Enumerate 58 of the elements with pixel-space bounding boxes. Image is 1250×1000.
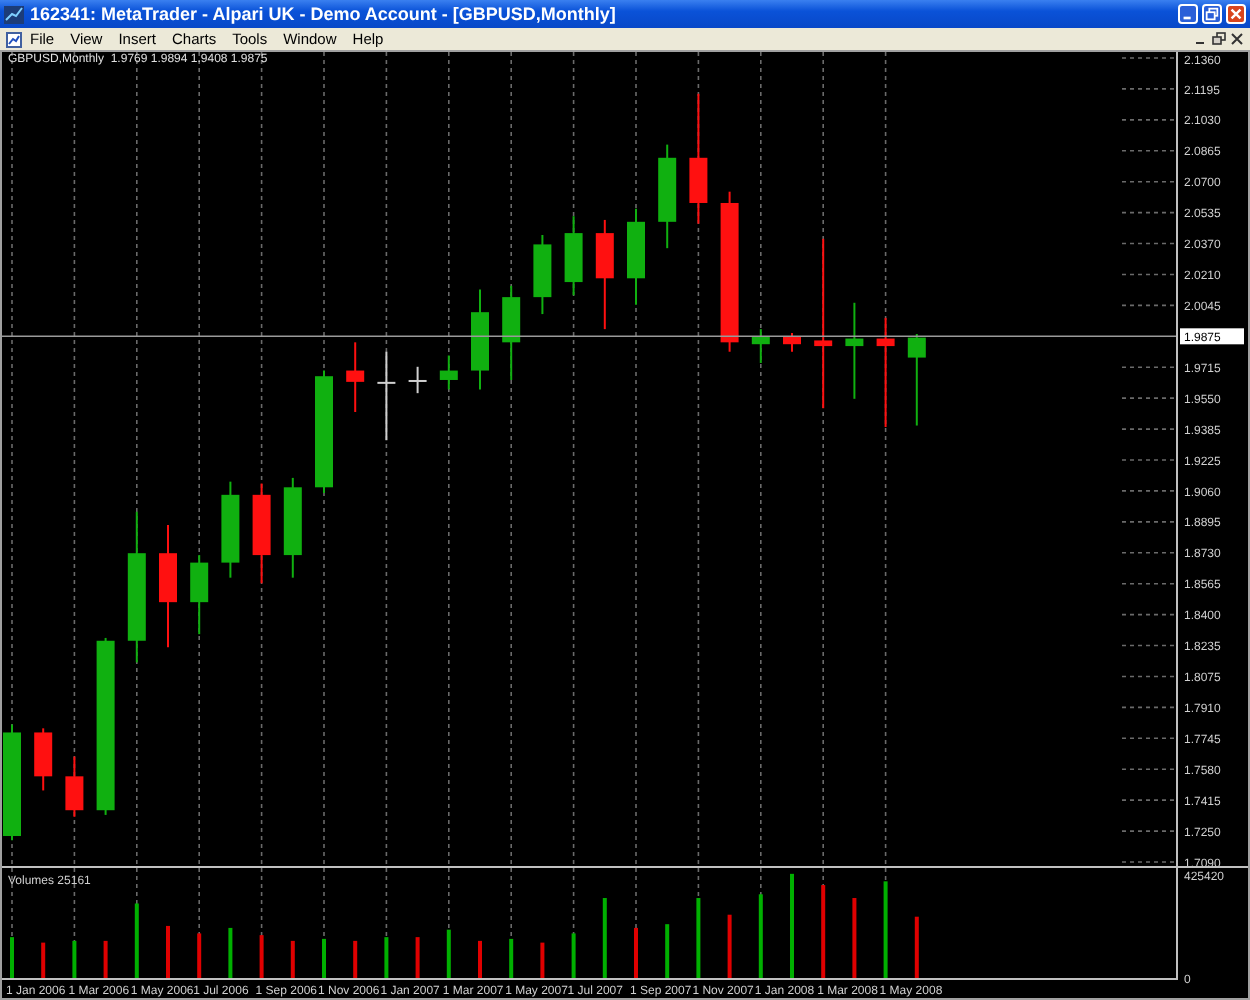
close-button[interactable] xyxy=(1226,4,1246,24)
volume-bar xyxy=(446,929,451,978)
volume-bar xyxy=(353,940,358,978)
volume-bar xyxy=(103,940,108,978)
volume-bar xyxy=(290,940,295,978)
volume-bar xyxy=(883,881,888,978)
volume-bar xyxy=(384,937,389,978)
volume-bar xyxy=(727,914,732,978)
chart-document-icon[interactable] xyxy=(6,31,22,47)
candlestick xyxy=(221,480,240,579)
volume-bar xyxy=(852,898,857,978)
volume-bar xyxy=(665,924,670,978)
candlestick xyxy=(377,350,396,442)
chart-icon xyxy=(4,5,24,23)
candlestick xyxy=(502,284,521,381)
candlestick xyxy=(658,143,677,250)
volume-bar xyxy=(602,898,607,978)
volume-bar xyxy=(696,898,701,978)
candlestick xyxy=(845,301,864,400)
candlestick xyxy=(252,482,271,585)
volume-bar xyxy=(41,942,46,978)
candlestick xyxy=(190,554,209,636)
candlestick xyxy=(346,341,365,413)
candlestick xyxy=(65,755,84,818)
volume-bar xyxy=(509,938,514,978)
volume-bar xyxy=(134,903,139,978)
volume-bar xyxy=(259,935,264,978)
candlestick xyxy=(439,354,458,391)
candlestick xyxy=(751,328,770,365)
close-icon[interactable] xyxy=(1230,32,1244,46)
volume-bar xyxy=(72,940,77,978)
candlestick xyxy=(34,727,53,792)
volume-bar xyxy=(540,942,545,978)
volume-bar xyxy=(415,937,420,978)
window-title: 162341: MetaTrader - Alpari UK - Demo Account - [GBPUSD,Monthly] xyxy=(30,4,618,24)
candlestick xyxy=(876,316,895,429)
candlestick xyxy=(159,523,177,649)
candlestick xyxy=(283,476,302,579)
candlestick xyxy=(595,218,614,331)
candlestick xyxy=(3,723,21,842)
candlestick xyxy=(907,333,926,427)
candlestick xyxy=(689,92,708,225)
candlestick xyxy=(627,207,645,306)
volume-bar xyxy=(758,894,763,978)
minimize-button[interactable] xyxy=(1178,4,1198,24)
candlestick xyxy=(471,288,489,391)
volume-bar xyxy=(914,916,919,978)
volume-bar xyxy=(571,933,576,978)
candlestick xyxy=(533,234,552,316)
candlestick xyxy=(564,215,583,297)
volume-bar xyxy=(228,927,233,978)
volume-bar xyxy=(821,885,826,978)
candlestick xyxy=(315,369,333,494)
candlestick xyxy=(408,365,427,395)
close-icon xyxy=(1228,6,1244,22)
maximize-button[interactable] xyxy=(1202,4,1222,24)
candlestick xyxy=(783,331,801,353)
volume-bar xyxy=(197,933,202,978)
